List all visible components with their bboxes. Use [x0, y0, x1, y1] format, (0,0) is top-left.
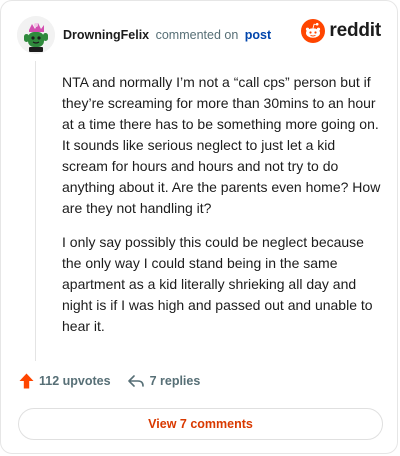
upvote-count: 112 upvotes	[39, 374, 111, 388]
comment-paragraph: I only say possibly this could be neglec…	[62, 234, 373, 334]
thread-line	[35, 61, 36, 361]
action-text: commented on	[155, 28, 239, 42]
user-avatar[interactable]	[17, 16, 55, 54]
reddit-brand[interactable]: reddit	[301, 19, 381, 43]
comment-actions: 112 upvotes 7 replies	[19, 373, 200, 389]
upvote-button[interactable]: 112 upvotes	[19, 373, 111, 389]
reddit-snoo-icon	[301, 19, 326, 43]
post-link[interactable]: post	[245, 28, 271, 42]
comment-meta: DrowningFelix commented on post	[63, 28, 271, 42]
comment-body: NTA and normally I’m not a “call cps” pe…	[62, 72, 382, 350]
comment-card: DrowningFelix commented on post reddit N…	[0, 0, 398, 454]
comment-header: DrowningFelix commented on post	[17, 15, 271, 55]
brand-wordmark: reddit	[329, 20, 381, 41]
reply-count: 7 replies	[149, 374, 201, 388]
comment-paragraph: NTA and normally I’m not a “call cps” pe…	[62, 74, 381, 216]
view-comments-button[interactable]: View 7 comments	[18, 408, 383, 440]
upvote-arrow-icon	[19, 373, 34, 389]
username[interactable]: DrowningFelix	[63, 28, 149, 42]
reply-arrow-icon	[127, 375, 144, 387]
cactus-avatar-icon	[17, 16, 55, 54]
replies-button[interactable]: 7 replies	[127, 374, 201, 388]
